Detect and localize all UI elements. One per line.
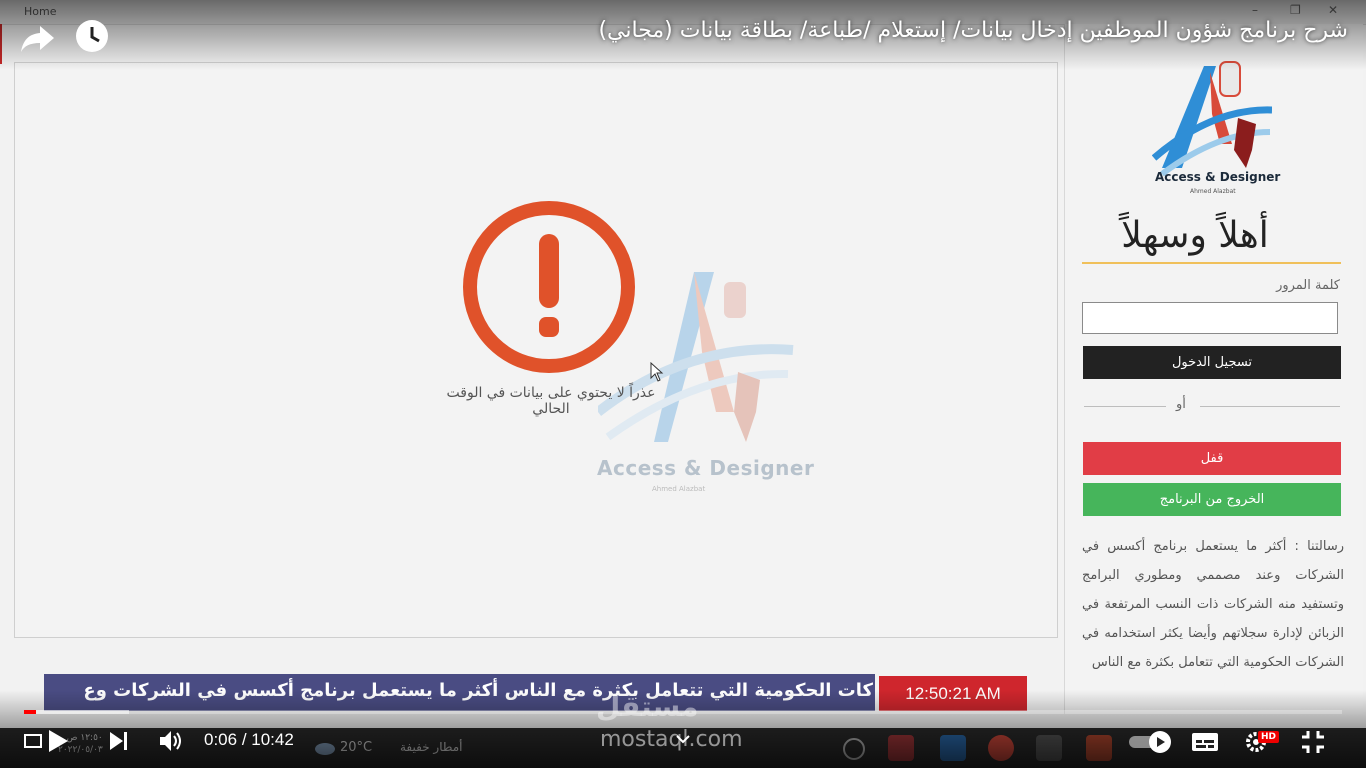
welcome-underline: [1082, 262, 1341, 264]
video-buffered-bar: [24, 710, 129, 714]
autoplay-toggle[interactable]: [1128, 730, 1174, 754]
or-divider-right: [1200, 406, 1340, 407]
access-taskbar-icon[interactable]: [888, 735, 914, 761]
watermark-logo: [598, 272, 794, 442]
window-title: Home: [24, 5, 57, 18]
hd-badge: HD: [1258, 731, 1280, 743]
app-logo: [1152, 61, 1272, 177]
lock-button[interactable]: قفل: [1083, 442, 1341, 475]
store-taskbar-icon[interactable]: [1036, 735, 1062, 761]
mostaql-watermark-arabic: مستقل: [596, 690, 699, 723]
access-app-window: Home – ❐ ✕ Access & Designer Ahmed Alazb…: [0, 0, 1366, 768]
weather-condition: أمطار خفيفة: [400, 740, 463, 754]
or-divider-left: [1084, 406, 1166, 407]
video-time: 0:06 / 10:42: [204, 730, 294, 750]
logo-title: Access & Designer: [1155, 170, 1281, 184]
empty-state-message: عذراً لا يحتوي على بيانات في الوقت الحال…: [446, 385, 656, 417]
news-ticker: كات الحكومية التي تتعامل بكثرة مع الناس …: [44, 674, 875, 711]
mission-message: رسالتنا : أكثر ما يستعمل برنامج أكسس في …: [1082, 539, 1344, 670]
login-button[interactable]: تسجيل الدخول: [1083, 346, 1341, 379]
minimize-button[interactable]: –: [1252, 3, 1258, 17]
explorer-taskbar-icon[interactable]: [1086, 735, 1112, 761]
volume-icon[interactable]: [158, 729, 184, 753]
time-separator: /: [237, 730, 252, 749]
logo-subtitle: Ahmed Alazbat: [1190, 188, 1236, 195]
password-input[interactable]: [1082, 302, 1338, 334]
watermark-subtitle: Ahmed Alazbat: [652, 485, 706, 493]
close-button[interactable]: ✕: [1328, 3, 1338, 17]
watch-later-icon[interactable]: [74, 18, 110, 54]
exit-program-button[interactable]: الخروج من البرنامج: [1083, 483, 1341, 516]
duration: 10:42: [251, 730, 294, 749]
play-icon[interactable]: [46, 728, 70, 754]
next-video-icon[interactable]: [108, 730, 130, 752]
taskbar-app-icon[interactable]: [842, 737, 866, 761]
exit-fullscreen-icon[interactable]: [1300, 729, 1326, 755]
video-title[interactable]: شرح برنامج شؤون الموظفين إدخال بيانات/ إ…: [598, 18, 1348, 43]
share-icon[interactable]: [18, 18, 58, 58]
chevron-down-icon[interactable]: [674, 732, 692, 746]
weather-temperature: 20°C: [340, 740, 373, 755]
watermark-title: Access & Designer: [597, 456, 815, 480]
mail-taskbar-icon[interactable]: [940, 735, 966, 761]
mouse-cursor-icon: [650, 362, 664, 382]
chrome-taskbar-icon[interactable]: [988, 735, 1014, 761]
digital-clock: 12:50:21 AM: [879, 676, 1027, 711]
password-label: كلمة المرور: [1276, 278, 1340, 293]
or-text: أو: [1176, 397, 1186, 412]
subtitles-icon[interactable]: [1190, 731, 1220, 753]
mostaql-watermark-latin: mostaql.com: [600, 727, 743, 752]
video-played-bar: [24, 710, 36, 714]
maximize-button[interactable]: ❐: [1290, 3, 1301, 17]
ticker-text: كات الحكومية التي تتعامل بكثرة مع الناس …: [83, 680, 873, 701]
accent-strip: [0, 24, 2, 64]
welcome-heading: أهلاً وسهلاً: [1121, 215, 1269, 256]
video-progress-bar[interactable]: [24, 710, 1342, 714]
weather-cloud-icon: [315, 743, 335, 755]
current-time: 0:06: [204, 730, 238, 749]
chapters-icon[interactable]: [24, 732, 42, 750]
